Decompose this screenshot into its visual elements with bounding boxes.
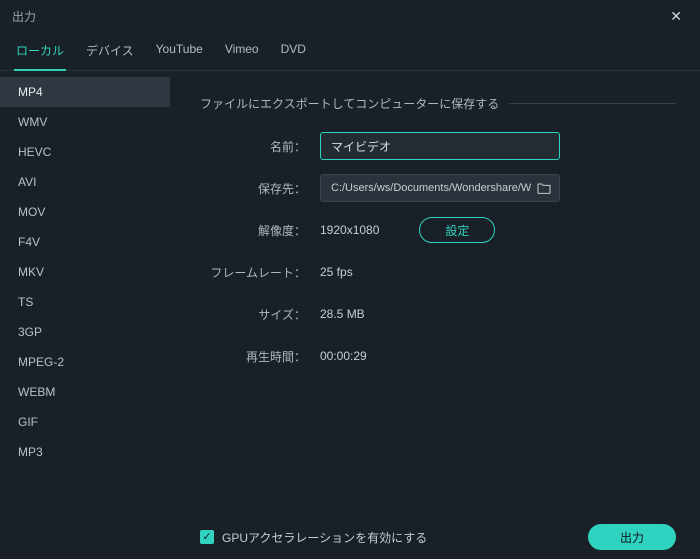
window-title: 出力 xyxy=(12,8,36,25)
export-button[interactable]: 出力 xyxy=(588,524,676,550)
framerate-value: 25 fps xyxy=(320,265,353,279)
resolution-label: 解像度： xyxy=(200,222,320,239)
format-item-mp3[interactable]: MP3 xyxy=(0,437,170,467)
saveto-label: 保存先： xyxy=(200,180,320,197)
format-item-avi[interactable]: AVI xyxy=(0,167,170,197)
format-item-3gp[interactable]: 3GP xyxy=(0,317,170,347)
section-title: ファイルにエクスポートしてコンピューターに保存する xyxy=(200,95,499,112)
titlebar: 出力 ✕ xyxy=(0,0,700,32)
format-item-mkv[interactable]: MKV xyxy=(0,257,170,287)
resolution-value: 1920x1080 xyxy=(320,223,379,237)
export-settings: ファイルにエクスポートしてコンピューターに保存する 名前： 保存先： C:/Us… xyxy=(170,71,700,515)
gpu-checkbox[interactable]: ✓ GPUアクセラレーションを有効にする xyxy=(200,529,427,546)
size-value: 28.5 MB xyxy=(320,307,365,321)
saveto-value: C:/Users/ws/Documents/Wondershare/Wo xyxy=(331,182,531,194)
check-icon: ✓ xyxy=(200,530,214,544)
framerate-label: フレームレート： xyxy=(200,264,320,281)
format-item-mov[interactable]: MOV xyxy=(0,197,170,227)
format-item-f4v[interactable]: F4V xyxy=(0,227,170,257)
close-icon[interactable]: ✕ xyxy=(664,6,688,27)
name-label: 名前： xyxy=(200,138,320,155)
gpu-label: GPUアクセラレーションを有効にする xyxy=(222,529,427,546)
footer: ✓ GPUアクセラレーションを有効にする 出力 xyxy=(0,515,700,559)
format-item-mp4[interactable]: MP4 xyxy=(0,77,170,107)
duration-value: 00:00:29 xyxy=(320,349,367,363)
tab-dvd[interactable]: DVD xyxy=(279,38,308,70)
tab-youtube[interactable]: YouTube xyxy=(154,38,205,70)
folder-icon[interactable] xyxy=(537,182,551,194)
size-label: サイズ： xyxy=(200,306,320,323)
tab-local[interactable]: ローカル xyxy=(14,38,66,71)
format-item-gif[interactable]: GIF xyxy=(0,407,170,437)
name-input[interactable] xyxy=(320,132,560,160)
format-item-wmv[interactable]: WMV xyxy=(0,107,170,137)
format-sidebar: MP4 WMV HEVC AVI MOV F4V MKV TS 3GP MPEG… xyxy=(0,71,170,515)
tabs: ローカル デバイス YouTube Vimeo DVD xyxy=(0,32,700,71)
format-item-hevc[interactable]: HEVC xyxy=(0,137,170,167)
tab-device[interactable]: デバイス xyxy=(84,38,136,70)
format-item-mpeg2[interactable]: MPEG-2 xyxy=(0,347,170,377)
saveto-input[interactable]: C:/Users/ws/Documents/Wondershare/Wo xyxy=(320,174,560,202)
format-item-webm[interactable]: WEBM xyxy=(0,377,170,407)
format-item-ts[interactable]: TS xyxy=(0,287,170,317)
settings-button[interactable]: 設定 xyxy=(419,217,495,243)
tab-vimeo[interactable]: Vimeo xyxy=(223,38,261,70)
duration-label: 再生時間： xyxy=(200,348,320,365)
section-header: ファイルにエクスポートしてコンピューターに保存する xyxy=(200,95,676,112)
divider xyxy=(509,103,676,104)
